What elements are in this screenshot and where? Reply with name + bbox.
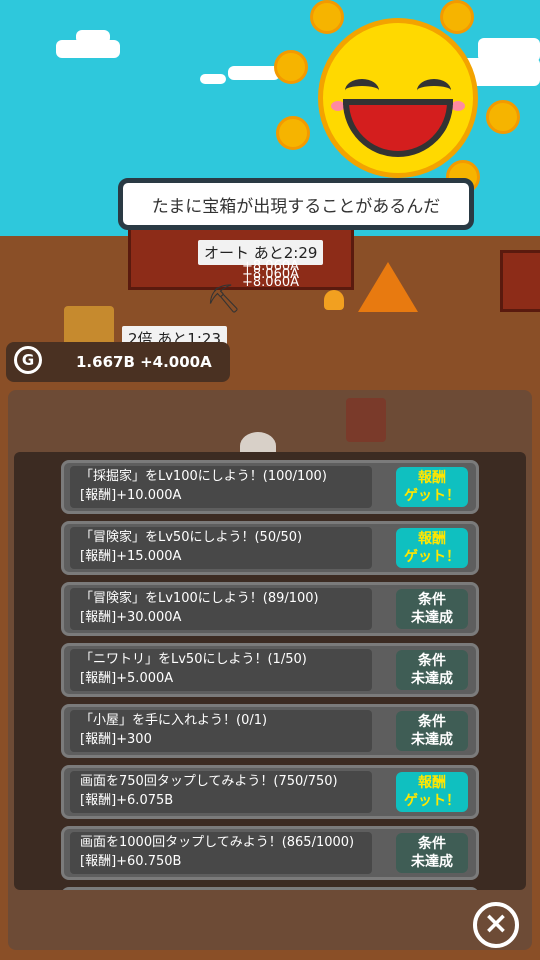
claim-reward-button[interactable]: 報酬 ゲット！	[396, 772, 468, 812]
coin-icon	[276, 116, 310, 150]
mission-reward: [報酬]+5.000A	[80, 671, 174, 686]
cloud	[478, 38, 540, 62]
mission-reward: [報酬]+15.000A	[80, 549, 182, 564]
close-icon[interactable]: ×	[473, 902, 519, 948]
condition-unmet-button[interactable]: 条件 未達成	[396, 650, 468, 690]
mission-title: 「冒険家」をLv50にしよう！(50/50)	[80, 530, 303, 545]
gold-value: 1.667B +4.000A	[76, 353, 212, 371]
adventurer-character	[346, 398, 386, 442]
mission-title: 「採掘家」をLv100にしよう！(100/100)	[80, 469, 327, 484]
coin-icon	[310, 0, 344, 34]
mission-item[interactable]: 画面を750回タップしてみよう！(750/750) [報酬]+6.075B 報酬…	[61, 765, 479, 819]
mission-title: 「小屋」を手に入れよう！(0/1)	[80, 713, 268, 728]
mission-item[interactable]: 「冒険家」をLv50にしよう！(50/50) [報酬]+15.000A 報酬 ゲ…	[61, 521, 479, 575]
mission-item[interactable]: 「小屋」を手に入れよう！(0/1) [報酬]+300 条件 未達成	[61, 704, 479, 758]
floating-value: +8.060A	[242, 275, 300, 290]
rock-formation	[500, 250, 540, 312]
mission-list[interactable]: 「採掘家」をLv100にしよう！(100/100) [報酬]+10.000A 報…	[14, 452, 526, 890]
mission-title: 画面を1000回タップしてみよう！(865/1000)	[80, 835, 355, 850]
claim-reward-button[interactable]: 報酬 ゲット！	[396, 467, 468, 507]
mission-title: 画面を750回タップしてみよう！(750/750)	[80, 774, 338, 789]
tent	[358, 262, 418, 312]
mission-reward: [報酬]+60.750B	[80, 854, 182, 869]
mission-item-partial[interactable]	[61, 887, 479, 890]
coin-icon	[440, 0, 474, 34]
mission-reward: [報酬]+30.000A	[80, 610, 182, 625]
cloud	[200, 74, 226, 84]
cloud	[228, 66, 280, 80]
mission-item[interactable]: 画面を1000回タップしてみよう！(865/1000) [報酬]+60.750B…	[61, 826, 479, 880]
gold-counter: G 1.667B +4.000A	[6, 342, 230, 382]
mission-reward: [報酬]+10.000A	[80, 488, 182, 503]
speech-text: たまに宝箱が出現することがあるんだ	[151, 196, 441, 217]
condition-unmet-button[interactable]: 条件 未達成	[396, 711, 468, 751]
campfire	[324, 290, 344, 310]
mission-item[interactable]: 「冒険家」をLv100にしよう！(89/100) [報酬]+30.000A 条件…	[61, 582, 479, 636]
cloud	[76, 30, 110, 44]
mission-title: 「冒険家」をLv100にしよう！(89/100)	[80, 591, 319, 606]
condition-unmet-button[interactable]: 条件 未達成	[396, 833, 468, 873]
game-scene[interactable]: ⛏ たまに宝箱が出現することがあるんだ オート あと2:29 +8.060A +…	[0, 0, 540, 960]
smiling-sun-icon	[318, 18, 478, 178]
claim-reward-button[interactable]: 報酬 ゲット！	[396, 528, 468, 568]
speech-bubble: たまに宝箱が出現することがあるんだ	[118, 178, 474, 230]
mission-title: 「ニワトリ」をLv50にしよう！(1/50)	[80, 652, 307, 667]
coin-icon	[274, 50, 308, 84]
coin-icon	[486, 100, 520, 134]
mission-reward: [報酬]+300	[80, 732, 152, 747]
mission-reward: [報酬]+6.075B	[80, 793, 174, 808]
mission-item[interactable]: 「ニワトリ」をLv50にしよう！(1/50) [報酬]+5.000A 条件 未達…	[61, 643, 479, 697]
mission-item[interactable]: 「採掘家」をLv100にしよう！(100/100) [報酬]+10.000A 報…	[61, 460, 479, 514]
gold-coin-icon: G	[14, 346, 42, 374]
condition-unmet-button[interactable]: 条件 未達成	[396, 589, 468, 629]
